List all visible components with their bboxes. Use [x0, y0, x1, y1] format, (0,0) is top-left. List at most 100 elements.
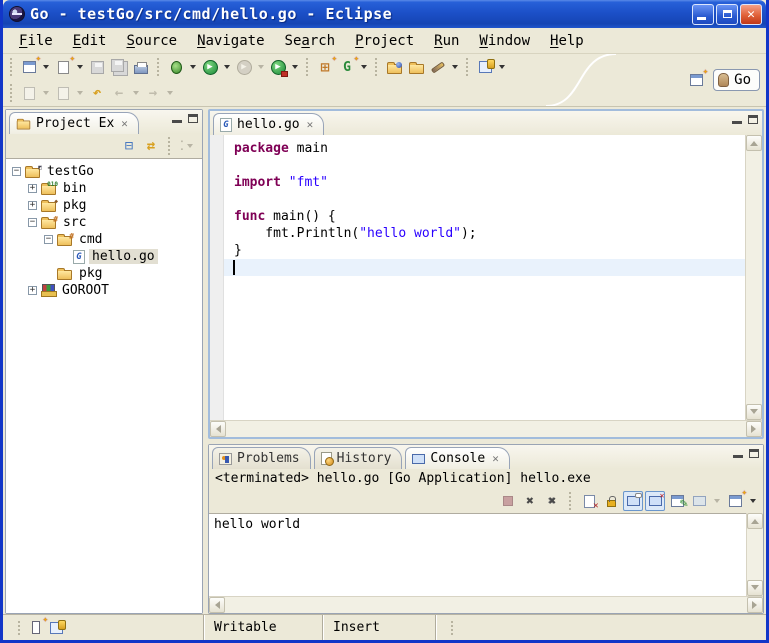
previous-annotation-dropdown[interactable]: [77, 91, 83, 95]
toolbar-gripper[interactable]: [306, 58, 309, 76]
save-all-button[interactable]: [109, 57, 129, 77]
tab-history[interactable]: History: [314, 447, 403, 469]
profile-button[interactable]: ▶: [234, 57, 254, 77]
code-line[interactable]: }: [224, 242, 745, 259]
tab-hello-go[interactable]: G hello.go ✕: [213, 113, 324, 135]
toolbar-gripper[interactable]: [466, 58, 469, 76]
remove-launch-button[interactable]: ✖: [520, 491, 540, 511]
collapse-expander-icon[interactable]: −: [28, 218, 37, 227]
new-wizard-dropdown[interactable]: [43, 65, 49, 69]
next-annotation-button[interactable]: [19, 83, 39, 103]
menu-window[interactable]: Window: [469, 30, 540, 52]
toolbar-gripper[interactable]: [10, 58, 13, 76]
editor-vertical-scrollbar[interactable]: [745, 135, 762, 420]
sync-launch-dropdown[interactable]: [499, 65, 505, 69]
code-area[interactable]: package mainimport "fmt"func main() { fm…: [224, 135, 745, 420]
scroll-down-button[interactable]: [746, 404, 762, 420]
toolbar-gripper[interactable]: [157, 58, 160, 76]
scroll-left-button[interactable]: [210, 421, 226, 437]
scroll-up-button[interactable]: [746, 135, 762, 151]
new-wizard-button[interactable]: ✦: [19, 57, 39, 77]
fast-view-button[interactable]: ✦: [26, 618, 46, 638]
view-menu-button[interactable]: ⁚: [178, 136, 198, 156]
forward-dropdown[interactable]: [167, 91, 173, 95]
open-console-button[interactable]: ✦: [725, 491, 745, 511]
new-go-element-button[interactable]: G✦: [337, 57, 357, 77]
maximize-view-icon[interactable]: [749, 449, 759, 458]
scroll-right-button[interactable]: [746, 421, 762, 437]
code-line[interactable]: import "fmt": [224, 174, 745, 191]
search-dropdown[interactable]: [452, 65, 458, 69]
print-button[interactable]: [131, 57, 151, 77]
pin-console-button[interactable]: ✎: [667, 491, 687, 511]
launch-trim-button[interactable]: [46, 618, 66, 638]
annotation-ruler[interactable]: [210, 135, 224, 420]
sync-launch-button[interactable]: [475, 57, 495, 77]
code-line-current[interactable]: [224, 259, 745, 276]
show-stderr-toggle-button[interactable]: ✕: [645, 491, 665, 511]
menu-search[interactable]: Search: [275, 30, 346, 52]
code-line[interactable]: [224, 191, 745, 208]
open-resource-button[interactable]: [406, 57, 426, 77]
toolbar-gripper[interactable]: [10, 84, 13, 102]
tree-item-goroot[interactable]: +GOROOT: [6, 282, 202, 299]
remove-all-launches-button[interactable]: ✖✖: [542, 491, 562, 511]
debug-button[interactable]: [166, 57, 186, 77]
profile-dropdown[interactable]: [258, 65, 264, 69]
external-tools-button[interactable]: ▶: [268, 57, 288, 77]
run-dropdown[interactable]: [224, 65, 230, 69]
menu-edit[interactable]: Edit: [63, 30, 117, 52]
last-edit-location-button[interactable]: ↶: [87, 83, 107, 103]
debug-dropdown[interactable]: [190, 65, 196, 69]
maximize-button[interactable]: [716, 4, 738, 25]
tree-item-pkg[interactable]: +◆pkg: [6, 197, 202, 214]
save-button[interactable]: [87, 57, 107, 77]
tab-project-explorer[interactable]: Project Ex ✕: [9, 112, 139, 134]
console-output-area[interactable]: hello world: [209, 513, 746, 596]
close-icon[interactable]: ✕: [307, 118, 314, 131]
forward-button[interactable]: →: [143, 83, 163, 103]
close-icon[interactable]: ✕: [121, 117, 128, 130]
tree-item-hello-go[interactable]: Ghello.go: [6, 248, 202, 265]
code-line[interactable]: package main: [224, 140, 745, 157]
expand-expander-icon[interactable]: +: [28, 286, 37, 295]
link-with-editor-button[interactable]: ⇄: [141, 136, 161, 156]
back-button[interactable]: ←: [109, 83, 129, 103]
minimize-view-icon[interactable]: [733, 455, 743, 458]
tab-console[interactable]: Console✕: [405, 447, 509, 469]
collapse-expander-icon[interactable]: −: [12, 167, 21, 176]
scroll-right-button[interactable]: [747, 597, 763, 613]
explorer-content[interactable]: −◩testGo+010bin+◆pkg−#src−#cmdGhello.gop…: [6, 158, 202, 613]
code-line[interactable]: func main() {: [224, 208, 745, 225]
scroll-lock-button[interactable]: [601, 491, 621, 511]
menu-file[interactable]: File: [9, 30, 63, 52]
menu-source[interactable]: Source: [116, 30, 187, 52]
search-button[interactable]: [428, 57, 448, 77]
tree-item-src[interactable]: −#src: [6, 214, 202, 231]
new-file-dropdown[interactable]: [77, 65, 83, 69]
new-file-button[interactable]: ✦: [53, 57, 73, 77]
menu-run[interactable]: Run: [424, 30, 469, 52]
minimize-view-icon[interactable]: [732, 121, 742, 124]
toolbar-gripper[interactable]: [375, 58, 378, 76]
code-line[interactable]: [224, 157, 745, 174]
open-perspective-button[interactable]: ✦: [686, 70, 706, 90]
clear-console-button[interactable]: ✕: [579, 491, 599, 511]
tree-item-testgo[interactable]: −◩testGo: [6, 163, 202, 180]
show-stdout-toggle-button[interactable]: [623, 491, 643, 511]
new-go-element-dropdown[interactable]: [361, 65, 367, 69]
run-button[interactable]: ▶: [200, 57, 220, 77]
go-perspective-button[interactable]: Go: [713, 69, 760, 91]
external-tools-dropdown[interactable]: [292, 65, 298, 69]
close-button[interactable]: ✕: [740, 4, 762, 25]
display-console-button[interactable]: [689, 491, 709, 511]
display-console-dropdown[interactable]: [714, 499, 720, 503]
expand-expander-icon[interactable]: +: [28, 184, 37, 193]
minimize-button[interactable]: [692, 4, 714, 25]
tab-problems[interactable]: Problems: [212, 447, 311, 469]
next-annotation-dropdown[interactable]: [43, 91, 49, 95]
menu-help[interactable]: Help: [540, 30, 594, 52]
scroll-down-button[interactable]: [747, 580, 763, 596]
scroll-up-button[interactable]: [747, 513, 763, 529]
collapse-expander-icon[interactable]: −: [44, 235, 53, 244]
